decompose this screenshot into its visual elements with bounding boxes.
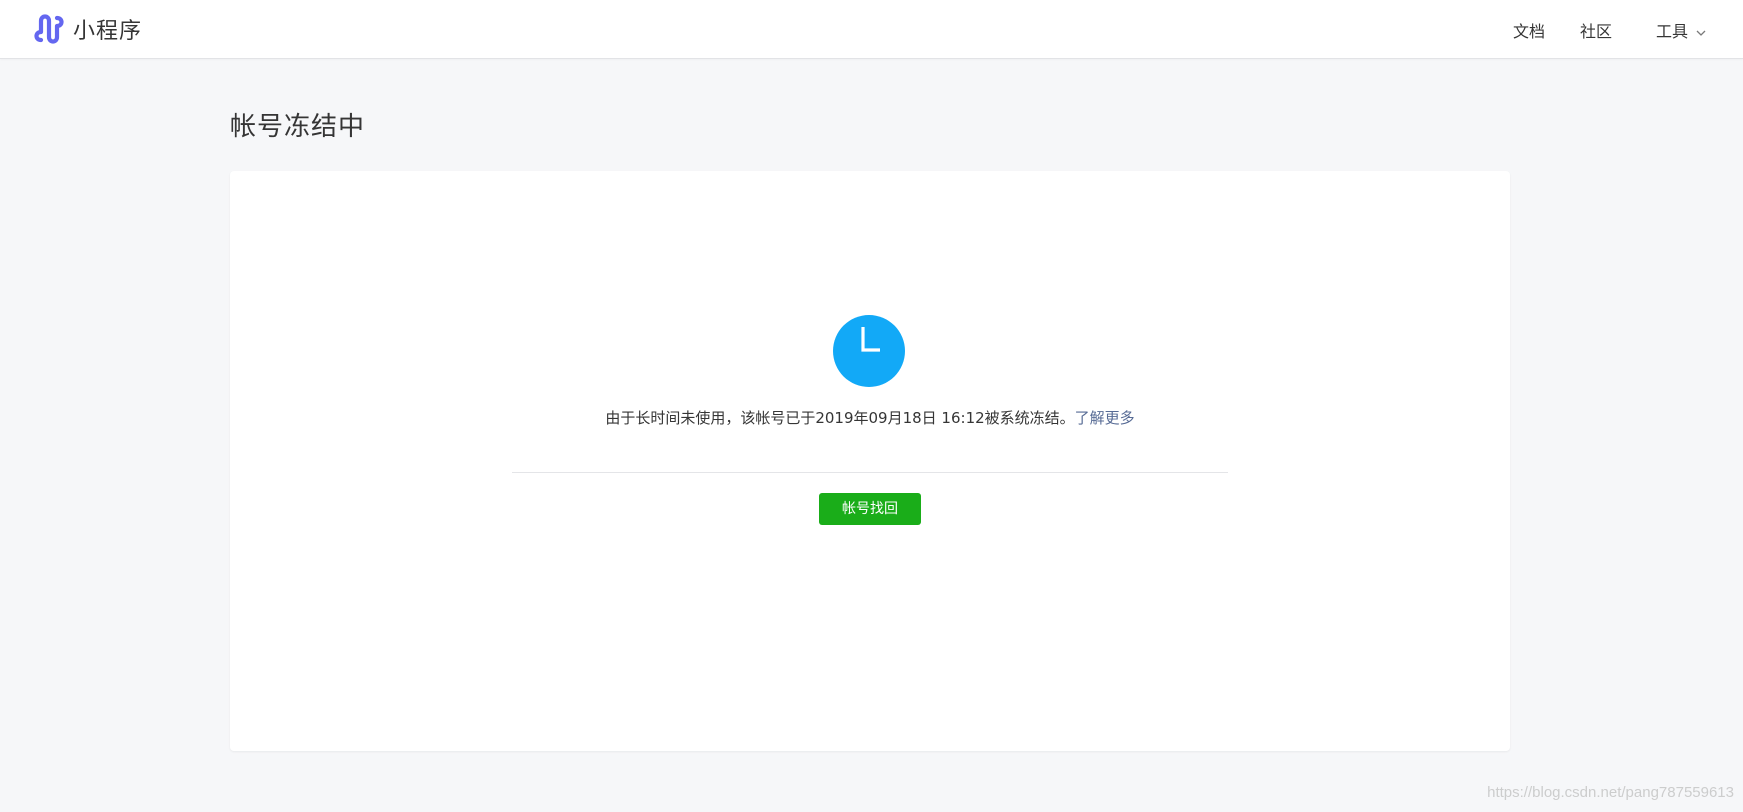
status-card: 由于长时间未使用，该帐号已于2019年09月18日 16:12被系统冻结。了解更…	[230, 171, 1510, 751]
miniprogram-logo-icon	[34, 14, 64, 44]
nav-tools-label: 工具	[1656, 22, 1689, 41]
chevron-down-icon	[1696, 30, 1706, 36]
brand-name: 小程序	[73, 19, 143, 44]
nav-tools-dropdown[interactable]: 工具	[1656, 18, 1706, 41]
nav-docs-link[interactable]: 文档	[1513, 18, 1545, 41]
freeze-message: 由于长时间未使用，该帐号已于2019年09月18日 16:12被系统冻结。了解更…	[230, 407, 1510, 429]
divider	[512, 472, 1228, 473]
watermark: https://blog.csdn.net/pang787559613	[1487, 784, 1734, 801]
top-navigation-bar: 小程序 文档 社区 工具	[0, 0, 1743, 59]
clock-icon	[833, 315, 905, 387]
page-title: 帐号冻结中	[230, 112, 366, 142]
nav-community-link[interactable]: 社区	[1580, 18, 1612, 41]
brand-link[interactable]: 小程序	[33, 13, 142, 45]
account-recover-button[interactable]: 帐号找回	[819, 493, 921, 525]
freeze-message-text: 由于长时间未使用，该帐号已于2019年09月18日 16:12被系统冻结。	[605, 409, 1075, 427]
learn-more-link[interactable]: 了解更多	[1075, 409, 1135, 427]
